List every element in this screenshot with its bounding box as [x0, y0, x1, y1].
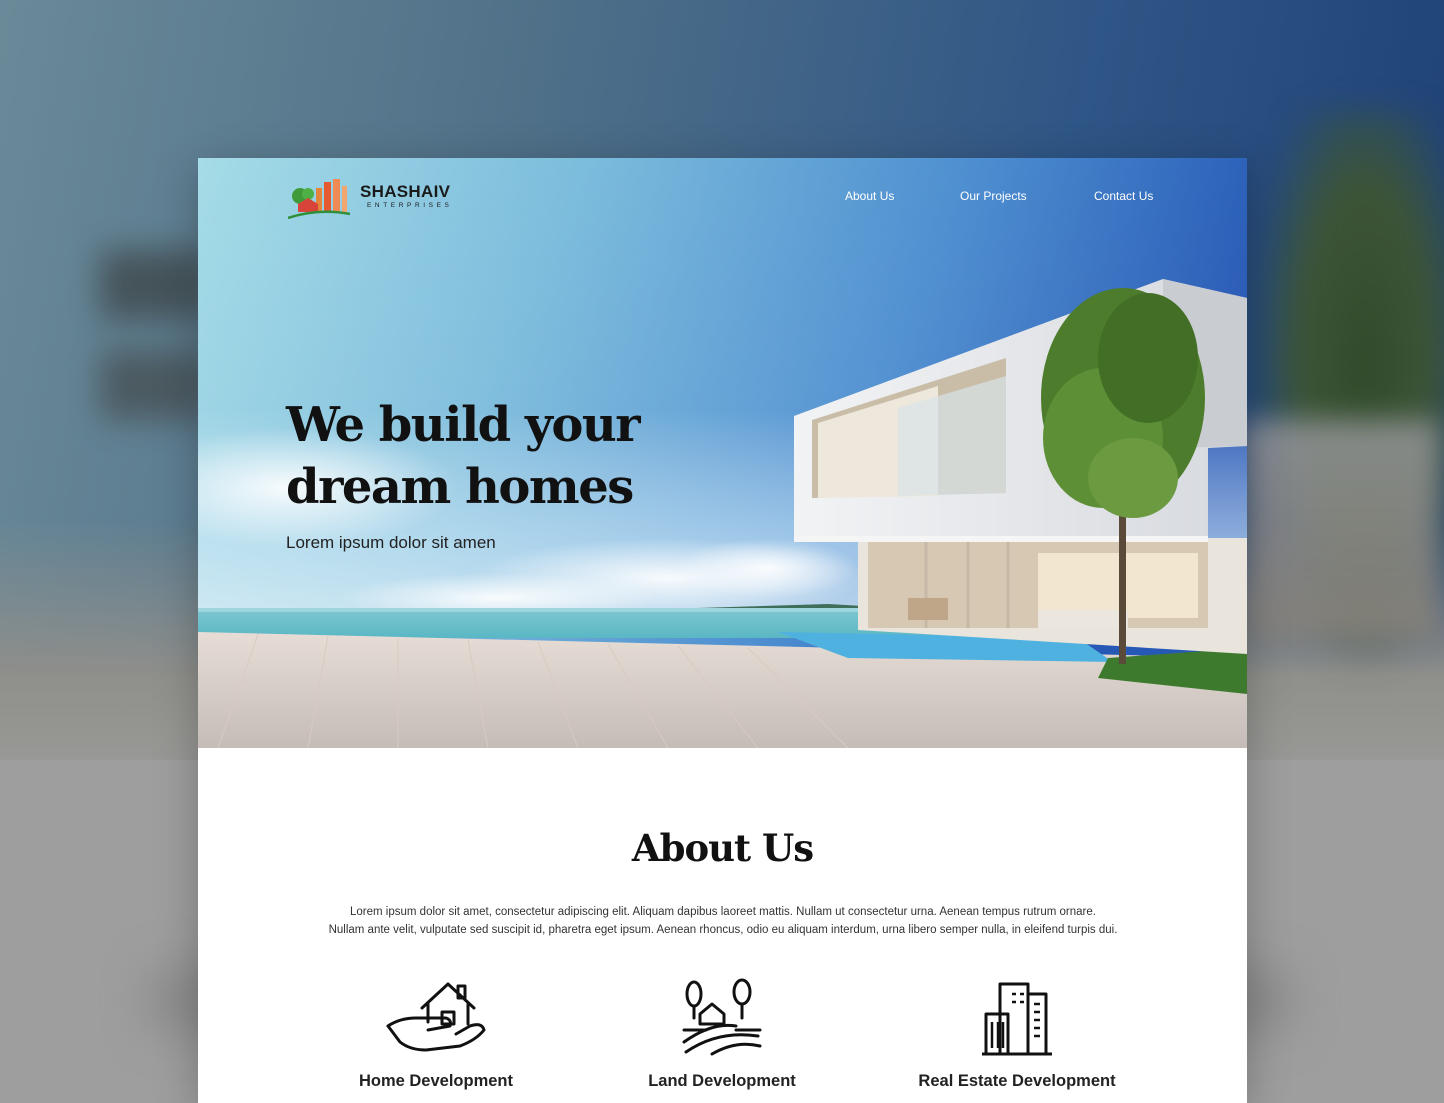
- nav-our-projects[interactable]: Our Projects: [960, 189, 1027, 203]
- feature-land-development: Land Development: [572, 978, 872, 1098]
- hero-section: SHASHAIV ENTERPRISES About Us Our Projec…: [198, 158, 1247, 748]
- farm-land-icon: [682, 978, 762, 1056]
- background-blur-shape: [100, 250, 210, 320]
- about-paragraph-line: Lorem ipsum dolor sit amet, consectetur …: [350, 906, 1096, 918]
- nav-contact-us[interactable]: Contact Us: [1094, 189, 1153, 203]
- feature-label: Land Development: [648, 1072, 796, 1090]
- brand-logo[interactable]: SHASHAIV ENTERPRISES: [288, 178, 468, 220]
- background-blur-shape: [100, 350, 210, 420]
- about-paragraph-line: Nullam ante velit, vulputate sed suscipi…: [328, 924, 1118, 936]
- background-house: [1240, 420, 1440, 640]
- hero-subtitle: Lorem ipsum dolor sit amen: [286, 533, 496, 552]
- hand-house-icon: [386, 982, 486, 1052]
- feature-label: Home Development: [358, 1072, 514, 1090]
- hero-title: We build your dream homes: [286, 397, 641, 515]
- logo-mark-icon: [288, 179, 351, 220]
- feature-real-estate-development: Real Estate Development: [867, 978, 1167, 1098]
- buildings-icon: [982, 982, 1052, 1056]
- about-paragraph: Lorem ipsum dolor sit amet, consectetur …: [308, 903, 1138, 939]
- brand-tagline: ENTERPRISES: [367, 202, 453, 209]
- page-preview-card: SHASHAIV ENTERPRISES About Us Our Projec…: [198, 158, 1247, 1103]
- feature-label: Real Estate Development: [918, 1072, 1116, 1090]
- nav-about-us[interactable]: About Us: [845, 189, 894, 203]
- brand-name: SHASHAIV: [360, 182, 451, 201]
- feature-home-development: Home Development: [286, 978, 586, 1098]
- about-heading: About Us: [631, 826, 814, 870]
